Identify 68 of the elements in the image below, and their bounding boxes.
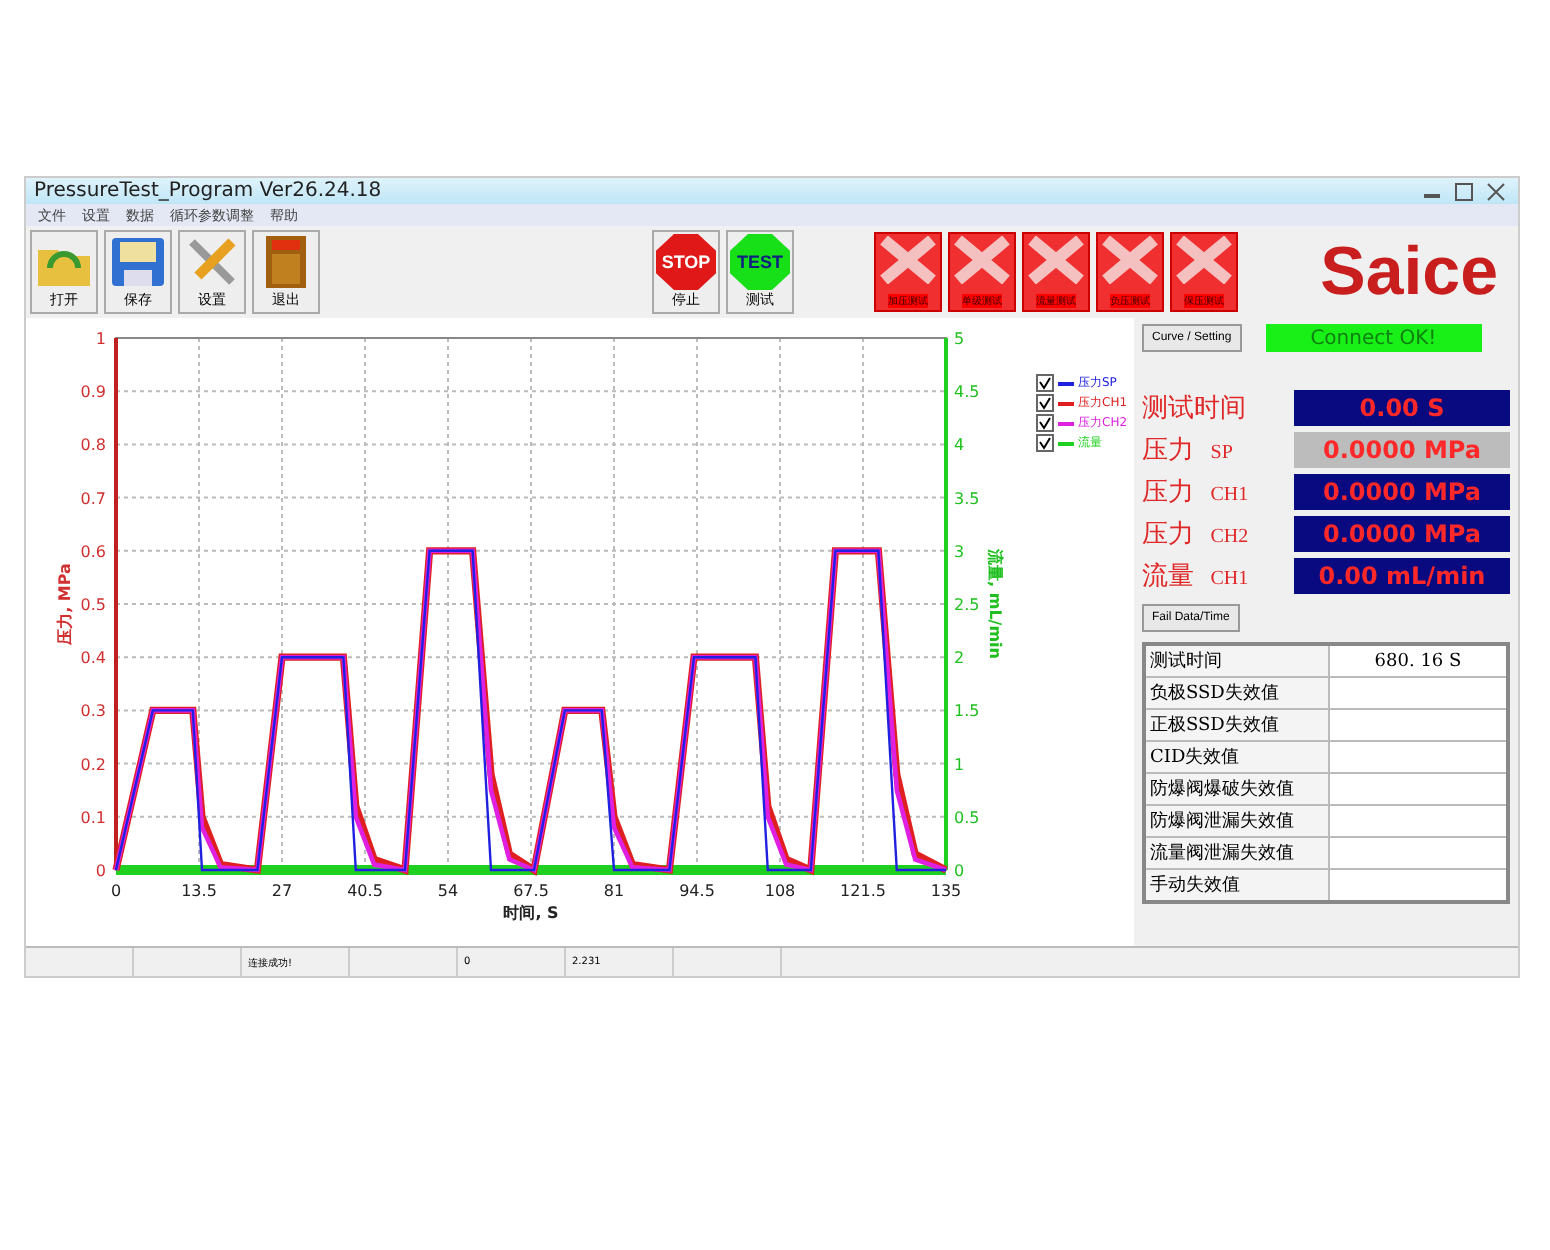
tick-label: 1.5 [954, 702, 980, 721]
table-cell: 流量阀泄漏失效值 [1144, 837, 1329, 869]
cross-icon [878, 236, 938, 284]
table-cell: 防爆阀泄漏失效值 [1144, 805, 1329, 837]
axis-title: 流量, mL/min [986, 549, 1004, 659]
cross-icon [1100, 236, 1160, 284]
tick-label: 1 [95, 330, 106, 348]
reading-value: 0.0000 MPa [1294, 474, 1510, 510]
tick-label: 13.5 [181, 882, 217, 900]
tick-label: 3.5 [954, 489, 980, 508]
tick-label: 0.9 [80, 383, 106, 402]
tick-label: 0.2 [80, 755, 106, 774]
checkbox[interactable] [1036, 414, 1054, 432]
reading-value: 0.0000 MPa [1294, 432, 1510, 468]
connection-status: Connect OK! [1265, 324, 1482, 352]
reading-label: 压力 CH1 [1142, 476, 1249, 510]
table-cell: 负极SSD失效值 [1144, 677, 1329, 709]
tick-label: 2 [954, 649, 965, 668]
tick-label: 0.7 [80, 489, 106, 508]
tick-label: 135 [930, 882, 962, 900]
tick-label: 27 [271, 882, 293, 900]
cross-icon [952, 236, 1012, 284]
tick-label: 5 [954, 330, 965, 348]
axis-title: 压力, MPa [56, 563, 74, 645]
tick-label: 94.5 [679, 882, 715, 900]
tick-label: 0.3 [80, 702, 106, 721]
table-cell: 正极SSD失效值 [1144, 709, 1329, 741]
table-cell: 防爆阀爆破失效值 [1144, 773, 1329, 805]
checkbox[interactable] [1036, 374, 1054, 392]
tick-label: 1 [954, 755, 965, 774]
reading-value: 0.00 mL/min [1294, 558, 1510, 594]
tick-label: 121.5 [840, 882, 886, 900]
tick-label: 40.5 [347, 882, 383, 900]
axis-title: 时间, S [503, 904, 559, 922]
table-cell: 手动失效值 [1144, 869, 1329, 902]
reading-label: 测试时间 [1142, 392, 1246, 426]
reading-label: 压力 SP [1142, 434, 1233, 468]
tick-label: 3 [954, 542, 965, 561]
tick-label: 81 [603, 882, 625, 900]
table-cell: 测试时间 [1144, 644, 1329, 677]
cross-icon [1174, 236, 1234, 284]
tick-label: 0.1 [80, 808, 106, 827]
tick-label: 0.6 [80, 542, 106, 561]
tick-label: 0.5 [80, 596, 106, 614]
tick-label: 108 [764, 882, 796, 900]
checkbox[interactable] [1036, 394, 1054, 412]
logo: Saice [1320, 233, 1498, 311]
reading-value: 0.00 S [1294, 390, 1510, 426]
close-icon[interactable] [1482, 181, 1510, 201]
tick-label: 0.4 [80, 649, 106, 668]
tick-label: 67.5 [513, 882, 549, 900]
table-cell: CID失效值 [1144, 741, 1329, 773]
tick-label: 2.5 [954, 596, 980, 614]
tick-label: 0 [95, 862, 106, 880]
tick-label: 0 [110, 882, 122, 900]
tick-label: 4 [954, 436, 965, 455]
restore-icon[interactable] [1450, 181, 1478, 201]
reading-label: 流量 CH1 [1142, 560, 1249, 594]
window-title: PressureTest_Program Ver26.24.18 [34, 180, 382, 202]
reading-value: 0.0000 MPa [1294, 516, 1510, 552]
tick-label: 0.8 [80, 436, 106, 455]
tick-label: 0.5 [954, 808, 980, 827]
tick-label: 4.5 [954, 383, 980, 402]
cross-icon [1026, 236, 1086, 284]
tick-label: 54 [437, 882, 459, 900]
checkbox[interactable] [1036, 434, 1054, 452]
tick-label: 0 [954, 862, 965, 880]
reading-label: 压力 CH2 [1142, 518, 1249, 552]
